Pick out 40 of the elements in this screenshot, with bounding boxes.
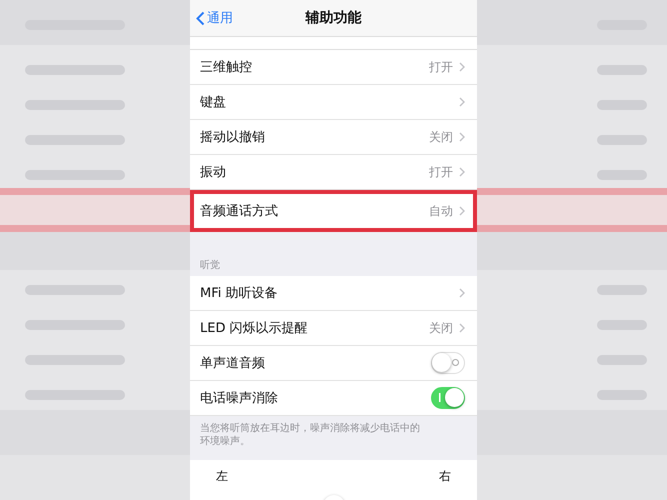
toggle-switch[interactable] xyxy=(431,352,465,374)
settings-row[interactable]: LED 闪烁以示提醒 关闭 xyxy=(190,311,477,346)
section-header: 听觉 xyxy=(199,259,221,273)
chevron-icon xyxy=(459,132,465,142)
settings-row[interactable]: 振动 打开 xyxy=(190,155,477,190)
section-footer: 当您将听筒放在耳边时，噪声消除将减少电话中的环境噪声。 xyxy=(200,422,427,448)
row-value: 关闭 xyxy=(429,128,453,146)
window-title: 辅助功能 xyxy=(306,9,362,27)
toggle-switch[interactable] xyxy=(431,387,465,409)
row-label: MFi 助听设备 xyxy=(200,285,278,302)
settings-row[interactable]: 单声道音频 xyxy=(190,346,477,381)
settings-row[interactable]: MFi 助听设备 xyxy=(190,276,477,311)
row-label: 电话噪声消除 xyxy=(200,390,279,407)
settings-row[interactable]: 电话噪声消除 xyxy=(190,381,477,416)
chevron-icon xyxy=(459,323,465,333)
row-label: LED 闪烁以示提醒 xyxy=(200,320,309,337)
right-label: 右 xyxy=(439,468,451,485)
row-label: 三维触控 xyxy=(200,59,253,76)
row-value: 关闭 xyxy=(429,320,453,336)
row-label: 振动 xyxy=(200,164,227,181)
row-label: 键盘 xyxy=(200,94,227,111)
chevron-icon xyxy=(459,167,465,177)
back-chevron-icon xyxy=(196,10,205,26)
left-label: 左 xyxy=(216,468,228,485)
settings-row[interactable]: 三维触控 打开 xyxy=(190,50,477,85)
settings-row[interactable]: 音频通话方式 自动 xyxy=(190,190,477,232)
row-label: 单声道音频 xyxy=(200,355,266,372)
chevron-icon xyxy=(459,97,465,107)
row-value: 自动 xyxy=(429,202,453,220)
chevron-icon xyxy=(459,62,465,72)
settings-row[interactable]: 摇动以撤销 关闭 xyxy=(190,120,477,155)
row-label: 音频通话方式 xyxy=(200,203,279,220)
back-link[interactable]: 通用 xyxy=(190,9,233,27)
row-value: 打开 xyxy=(429,164,453,180)
settings-row[interactable]: 键盘 xyxy=(190,85,477,120)
row-label: 摇动以撤销 xyxy=(200,129,266,146)
row-value: 打开 xyxy=(429,58,453,76)
off-ring-icon xyxy=(451,358,460,367)
chevron-icon xyxy=(459,288,465,298)
chevron-icon xyxy=(459,206,465,216)
